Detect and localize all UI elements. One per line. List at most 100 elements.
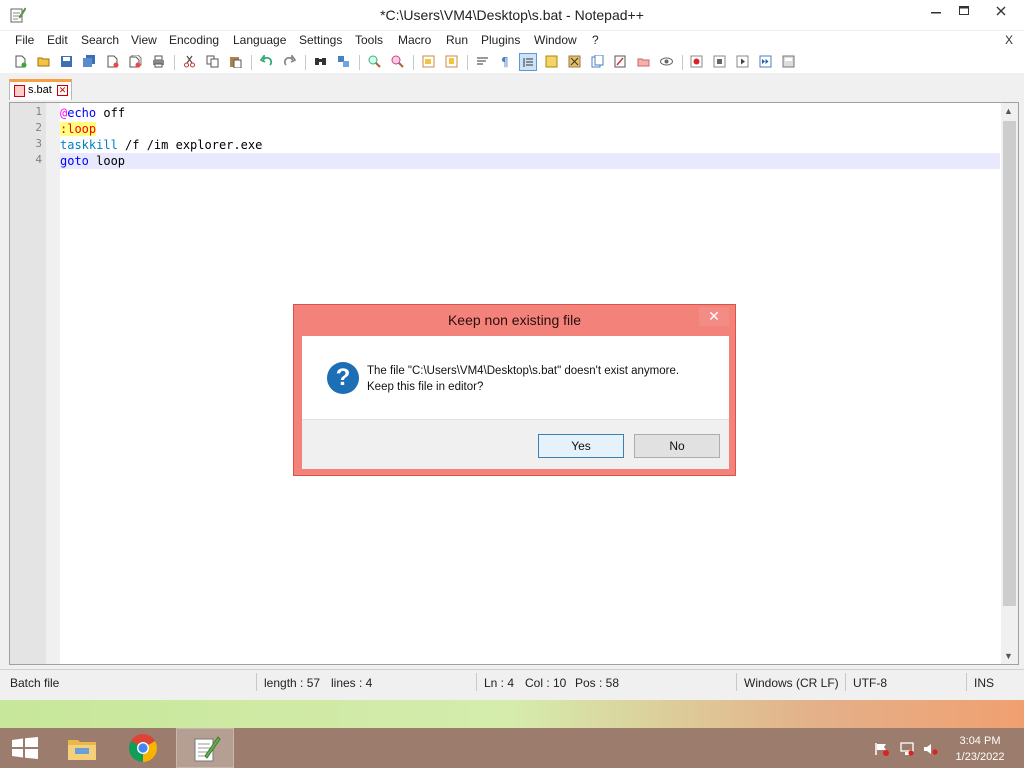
paste-button[interactable] (227, 53, 245, 71)
copy-button[interactable] (204, 53, 222, 71)
dialog-body: ? The file "C:\Users\VM4\Desktop\s.bat" … (302, 336, 729, 469)
close-window-button[interactable] (976, 0, 1022, 22)
save-macro-icon (782, 55, 795, 68)
new-file-button[interactable] (12, 53, 30, 71)
sync-horizontal-icon (445, 55, 458, 68)
user-defined-language-icon (545, 55, 558, 68)
taskbar-chrome[interactable] (114, 728, 172, 768)
save-macro-button[interactable] (780, 53, 798, 71)
status-eol[interactable]: Windows (CR LF) (744, 676, 839, 690)
tab-bar: s.bat ✕ (0, 74, 1024, 100)
undo-button[interactable] (258, 53, 276, 71)
fast-forward-icon (759, 55, 772, 68)
yes-button[interactable]: Yes (538, 434, 624, 458)
folder-as-workspace-button[interactable] (612, 53, 630, 71)
word-wrap-button[interactable] (474, 53, 492, 71)
line-number-gutter: 1 2 3 4 (10, 103, 46, 664)
taskbar-notepadpp[interactable] (176, 728, 234, 768)
user-defined-language-button[interactable] (543, 53, 561, 71)
code-line[interactable]: @echo off (60, 105, 1000, 121)
menu-plugins[interactable]: Plugins (481, 33, 520, 47)
folder-icon (637, 58, 650, 67)
windows-start-icon[interactable] (10, 737, 40, 759)
menu-edit[interactable]: Edit (47, 33, 68, 47)
status-insert-mode[interactable]: INS (974, 676, 994, 690)
maximize-button[interactable] (946, 0, 980, 22)
taskbar-file-explorer[interactable] (54, 728, 112, 768)
status-divider (256, 673, 257, 691)
close-button[interactable] (104, 53, 122, 71)
menu-window[interactable]: Window (534, 33, 577, 47)
cut-button[interactable] (181, 53, 199, 71)
code-line[interactable]: taskkill /f /im explorer.exe (60, 137, 1000, 153)
zoom-out-button[interactable] (389, 53, 407, 71)
zoom-in-button[interactable] (366, 53, 384, 71)
network-icon[interactable] (899, 742, 915, 756)
save-button[interactable] (58, 53, 76, 71)
toolbar-separator (413, 55, 414, 70)
menu-tools[interactable]: Tools (355, 33, 383, 47)
tab-label: s.bat (28, 84, 52, 96)
tab-close-icon[interactable]: ✕ (57, 85, 68, 96)
function-list-icon (591, 55, 604, 68)
vertical-scrollbar[interactable]: ▲ ▼ (1001, 103, 1018, 664)
dialog-footer: Yes No (302, 419, 729, 469)
sync-vertical-icon (422, 55, 435, 68)
find-icon (315, 58, 326, 65)
no-button[interactable]: No (634, 434, 720, 458)
menu-encoding[interactable]: Encoding (169, 33, 219, 47)
play-macro-button[interactable] (734, 53, 752, 71)
menu-macro[interactable]: Macro (398, 33, 431, 47)
menu-search[interactable]: Search (81, 33, 119, 47)
save-all-button[interactable] (81, 53, 99, 71)
menu-settings[interactable]: Settings (299, 33, 342, 47)
tab-s-bat[interactable]: s.bat ✕ (9, 79, 72, 100)
dialog-message-line-2: Keep this file in editor? (367, 381, 484, 393)
save-all-icon (83, 55, 95, 67)
record-macro-button[interactable] (688, 53, 706, 71)
close-all-button[interactable] (127, 53, 145, 71)
menu-view[interactable]: View (131, 33, 157, 47)
scroll-down-icon[interactable]: ▼ (1004, 651, 1013, 661)
restore-icon (959, 6, 969, 15)
zoom-out-icon (391, 55, 404, 68)
menu-file[interactable]: File (15, 33, 34, 47)
keep-file-dialog: Keep non existing file ✕ ? The file "C:\… (293, 304, 736, 476)
taskbar-clock[interactable]: 3:04 PM 1/23/2022 (950, 733, 1010, 765)
document-map-button[interactable] (566, 53, 584, 71)
code-token: /f /im explorer.exe (117, 138, 263, 152)
minimize-icon (931, 12, 941, 14)
show-all-characters-button[interactable]: ¶ (497, 53, 515, 71)
undo-icon (260, 55, 273, 66)
action-center-flag-icon[interactable] (874, 742, 890, 756)
project-panel-button[interactable] (635, 53, 653, 71)
status-encoding[interactable]: UTF-8 (853, 676, 887, 690)
redo-button[interactable] (281, 53, 299, 71)
function-list-button[interactable] (589, 53, 607, 71)
indent-guide-button[interactable] (519, 53, 537, 71)
sync-horizontal-button[interactable] (443, 53, 461, 71)
menu-run[interactable]: Run (446, 33, 468, 47)
stop-macro-button[interactable] (711, 53, 729, 71)
svg-text:¶: ¶ (501, 55, 509, 68)
dialog-close-button[interactable]: ✕ (699, 307, 729, 326)
menu-help[interactable]: ? (592, 33, 599, 47)
scroll-up-icon[interactable]: ▲ (1004, 106, 1013, 116)
volume-muted-icon[interactable] (922, 742, 938, 756)
monitoring-button[interactable] (658, 53, 676, 71)
menu-language[interactable]: Language (233, 33, 286, 47)
close-document-x[interactable]: X (1005, 33, 1013, 47)
code-line[interactable]: goto loop (60, 153, 1000, 169)
code-token: echo (67, 106, 97, 120)
replace-button[interactable] (335, 53, 353, 71)
run-macro-multiple-button[interactable] (757, 53, 775, 71)
open-file-button[interactable] (35, 53, 53, 71)
status-length: length : 57 (264, 676, 321, 690)
find-button[interactable] (312, 53, 330, 71)
close-all-icon (129, 55, 142, 68)
code-line[interactable]: :loop (60, 121, 1000, 137)
scrollbar-thumb[interactable] (1003, 121, 1016, 606)
paste-icon (230, 57, 242, 68)
print-button[interactable] (150, 53, 168, 71)
sync-vertical-button[interactable] (420, 53, 438, 71)
